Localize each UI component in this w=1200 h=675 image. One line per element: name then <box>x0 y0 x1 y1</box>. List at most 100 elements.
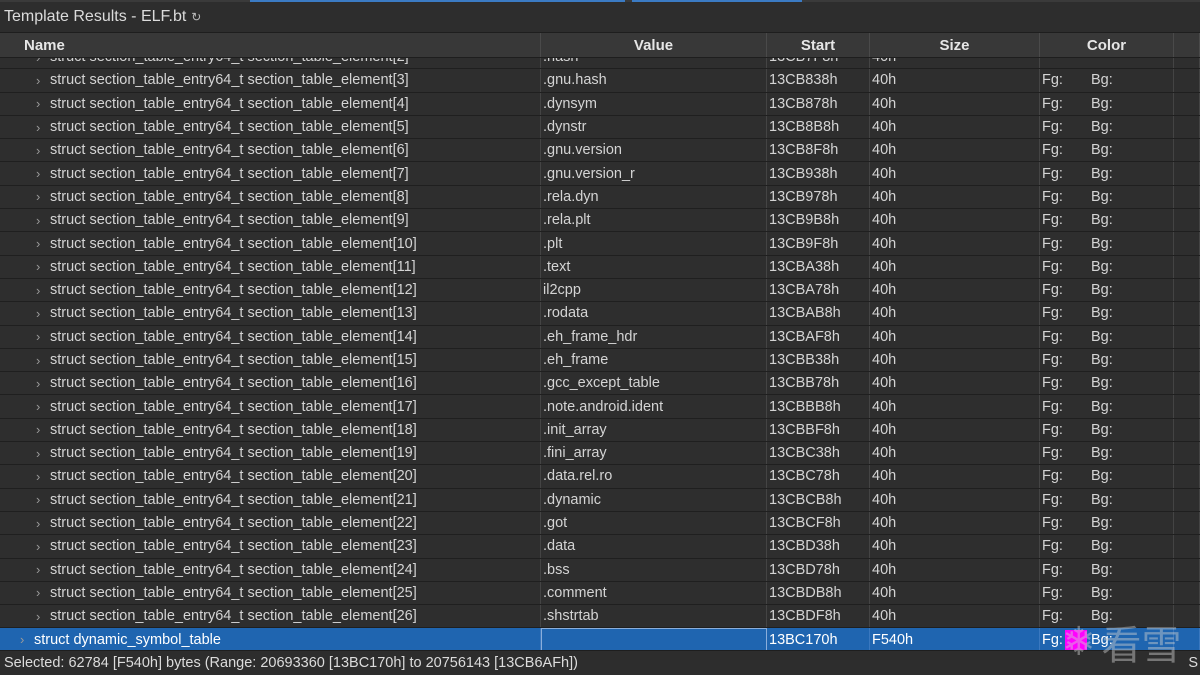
chevron-right-icon[interactable]: › <box>36 236 44 251</box>
chevron-right-icon[interactable]: › <box>36 562 44 577</box>
cell-name: › struct section_table_entry64_t section_… <box>0 255 541 278</box>
table-row[interactable]: › struct section_table_entry64_t section_… <box>0 511 1200 536</box>
chevron-right-icon[interactable]: › <box>36 143 44 158</box>
chevron-right-icon[interactable]: › <box>36 446 44 461</box>
table-row-selected[interactable]: › struct dynamic_symbol_table 13BC170h F540… <box>0 628 1200 650</box>
cell-color: Fg: Bg: <box>1040 442 1174 465</box>
chevron-right-icon[interactable]: › <box>36 399 44 414</box>
chevron-right-icon[interactable]: › <box>36 189 44 204</box>
cell-start: 13CBA78h <box>767 278 870 302</box>
column-header-value[interactable]: Value <box>541 33 767 57</box>
cell-value: .rodata <box>541 302 767 325</box>
fg-label: Fg: <box>1042 375 1063 392</box>
table-row[interactable]: › struct section_table_entry64_t section_… <box>0 69 1200 93</box>
table-row[interactable]: › struct section_table_entry64_t section_… <box>0 581 1200 606</box>
table-row[interactable]: › struct section_table_entry64_t section_… <box>0 139 1200 163</box>
chevron-right-icon[interactable]: › <box>36 259 44 274</box>
tree-rows: › struct section_table_entry64_t section_… <box>0 58 1200 650</box>
cell-size: 40h <box>870 232 1040 255</box>
cell-extra <box>1174 348 1200 372</box>
cell-color: Fg: Bg: <box>1040 278 1174 302</box>
cell-name: › struct section_table_entry64_t section_… <box>0 302 541 325</box>
chevron-right-icon[interactable]: › <box>36 376 44 391</box>
cell-color: Fg: Bg: <box>1040 92 1174 115</box>
row-name: struct section_table_entry64_t section_t… <box>50 445 417 462</box>
row-name: struct section_table_entry64_t section_t… <box>50 188 409 205</box>
template-results-tree[interactable]: › struct section_table_entry64_t section_… <box>0 58 1200 650</box>
chevron-right-icon[interactable]: › <box>36 609 44 624</box>
table-row[interactable]: › struct section_table_entry64_t section_… <box>0 325 1200 349</box>
cell-size: 40h <box>870 605 1040 628</box>
chevron-right-icon[interactable]: › <box>36 120 44 135</box>
cell-color: Fg: Bg: <box>1040 139 1174 162</box>
table-row[interactable]: › struct section_table_entry64_t section_… <box>0 185 1200 210</box>
chevron-right-icon[interactable]: › <box>36 516 44 531</box>
chevron-right-icon[interactable]: › <box>36 353 44 368</box>
table-row[interactable]: › struct section_table_entry64_t section_… <box>0 348 1200 373</box>
chevron-right-icon[interactable]: › <box>36 422 44 437</box>
cell-size: 40h <box>870 348 1040 372</box>
chevron-right-icon[interactable]: › <box>36 283 44 298</box>
bg-label: Bg: <box>1091 352 1113 368</box>
column-header-color[interactable]: Color <box>1040 33 1174 57</box>
column-header-start[interactable]: Start <box>767 33 870 57</box>
row-name: struct section_table_entry64_t section_t… <box>50 58 409 65</box>
chevron-right-icon[interactable]: › <box>36 469 44 484</box>
cell-extra <box>1174 162 1200 185</box>
table-row[interactable]: › struct section_table_entry64_t section_… <box>0 209 1200 233</box>
chevron-right-icon[interactable]: › <box>36 585 44 600</box>
chevron-right-icon[interactable]: › <box>36 58 44 65</box>
fg-label: Fg: <box>1042 119 1063 136</box>
chevron-right-icon[interactable]: › <box>36 329 44 344</box>
refresh-icon[interactable]: ↻ <box>191 10 201 24</box>
chevron-right-icon[interactable]: › <box>36 306 44 321</box>
cell-value: .got <box>541 511 767 535</box>
table-row[interactable]: › struct section_table_entry64_t section_… <box>0 162 1200 186</box>
fg-label: Fg: <box>1042 328 1063 345</box>
table-row[interactable]: › struct section_table_entry64_t section_… <box>0 465 1200 489</box>
row-name: struct section_table_entry64_t section_t… <box>50 328 417 345</box>
table-row[interactable]: › struct section_table_entry64_t section_… <box>0 558 1200 582</box>
table-row[interactable]: › struct section_table_entry64_t section_… <box>0 58 1200 70</box>
cell-extra <box>1174 302 1200 325</box>
cell-name: › struct section_table_entry64_t section_… <box>0 325 541 348</box>
table-row[interactable]: › struct section_table_entry64_t section_… <box>0 605 1200 629</box>
chevron-right-icon[interactable]: › <box>36 213 44 228</box>
cell-value: .dynsym <box>541 92 767 115</box>
cell-name: › struct section_table_entry64_t section_… <box>0 69 541 92</box>
row-name: struct section_table_entry64_t section_t… <box>50 142 409 159</box>
table-row[interactable]: › struct section_table_entry64_t section_… <box>0 488 1200 512</box>
table-row[interactable]: › struct section_table_entry64_t section_… <box>0 92 1200 116</box>
table-row[interactable]: › struct section_table_entry64_t section_… <box>0 278 1200 303</box>
fg-color-swatch[interactable] <box>1065 629 1087 650</box>
table-row[interactable]: › struct section_table_entry64_t section_… <box>0 395 1200 419</box>
cell-start: 13CB938h <box>767 162 870 185</box>
column-header-size[interactable]: Size <box>870 33 1040 57</box>
chevron-right-icon[interactable]: › <box>36 166 44 181</box>
cell-name: › struct section_table_entry64_t section_… <box>0 395 541 418</box>
chevron-right-icon[interactable]: › <box>36 539 44 554</box>
table-row[interactable]: › struct section_table_entry64_t section_… <box>0 372 1200 396</box>
chevron-right-icon[interactable]: › <box>36 73 44 88</box>
column-header-name[interactable]: Name <box>0 33 541 57</box>
table-row[interactable]: › struct section_table_entry64_t section_… <box>0 255 1200 279</box>
chevron-right-icon[interactable]: › <box>36 492 44 507</box>
table-row[interactable]: › struct section_table_entry64_t section_… <box>0 442 1200 466</box>
cell-extra <box>1174 535 1200 558</box>
column-header-extra <box>1174 33 1200 57</box>
table-row[interactable]: › struct section_table_entry64_t section_… <box>0 232 1200 256</box>
cell-value: .gcc_except_table <box>541 372 767 395</box>
chevron-right-icon[interactable]: › <box>20 632 28 647</box>
table-row[interactable]: › struct section_table_entry64_t section_… <box>0 418 1200 443</box>
table-row[interactable]: › struct section_table_entry64_t section_… <box>0 535 1200 559</box>
chevron-right-icon[interactable]: › <box>36 96 44 111</box>
bg-label: Bg: <box>1091 421 1113 438</box>
cell-name: › struct section_table_entry64_t section_… <box>0 278 541 302</box>
cell-value: .init_array <box>541 418 767 442</box>
table-row[interactable]: › struct section_table_entry64_t section_… <box>0 115 1200 140</box>
row-name: struct section_table_entry64_t section_t… <box>50 305 417 322</box>
cell-value: .data.rel.ro <box>541 465 767 488</box>
table-row[interactable]: › struct section_table_entry64_t section_… <box>0 302 1200 326</box>
cell-extra <box>1174 581 1200 605</box>
cell-name: › struct section_table_entry64_t section_… <box>0 465 541 488</box>
